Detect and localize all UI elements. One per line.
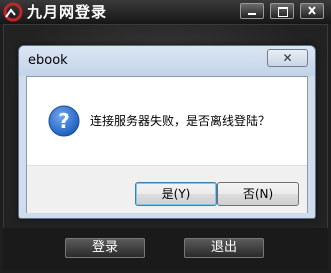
dialog-titlebar[interactable]: ebook ✕ <box>19 46 315 76</box>
dialog-close-button[interactable]: ✕ <box>267 49 308 67</box>
yes-button[interactable]: 是(Y) <box>135 182 217 206</box>
svg-text:?: ? <box>58 109 70 133</box>
app-logo-icon <box>3 2 23 22</box>
message-dialog: ebook ✕ ? 连接服务器失败，是否离线登陆？ 是(Y) 否(N) <box>18 45 316 219</box>
app-footer <box>3 228 328 270</box>
dialog-content: ? 连接服务器失败，是否离线登陆？ 是(Y) 否(N) <box>26 76 308 213</box>
dialog-message-area: ? 连接服务器失败，是否离线登陆？ <box>27 77 307 165</box>
dialog-message: 连接服务器失败，是否离线登陆？ <box>90 114 271 128</box>
login-button[interactable]: 登录 <box>65 238 145 258</box>
dialog-title: ebook <box>28 53 68 68</box>
app-title: 九月网登录 <box>27 3 108 21</box>
dialog-buttonbar: 是(Y) 否(N) <box>27 165 307 213</box>
close-button[interactable] <box>300 3 324 19</box>
minimize-button[interactable] <box>240 3 264 19</box>
exit-button[interactable]: 退出 <box>184 238 264 258</box>
app-titlebar[interactable]: 九月网登录 <box>0 0 331 24</box>
maximize-button[interactable] <box>270 3 294 19</box>
close-icon <box>308 6 316 15</box>
no-button[interactable]: 否(N) <box>217 182 299 206</box>
close-icon: ✕ <box>282 51 293 65</box>
minimize-icon <box>248 13 256 15</box>
question-icon: ? <box>48 105 80 137</box>
maximize-icon <box>278 7 288 17</box>
